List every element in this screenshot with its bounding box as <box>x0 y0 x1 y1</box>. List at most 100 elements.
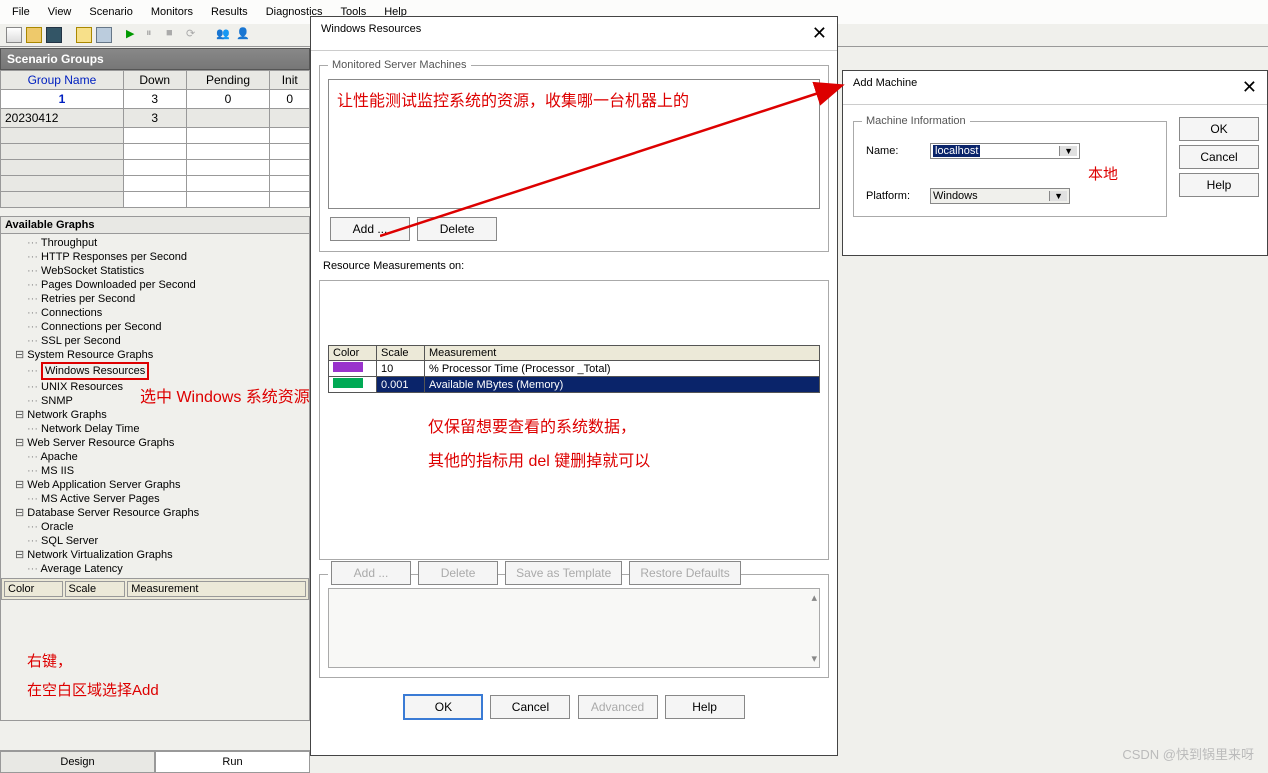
scenario-table: Group Name Down Pending Init 1 3 0 0 202… <box>0 70 310 208</box>
node-webserver[interactable]: Web Server Resource Graphs <box>15 436 307 450</box>
dialog-title: Add Machine <box>853 77 917 98</box>
menu-results[interactable]: Results <box>211 6 248 18</box>
tab-run[interactable]: Run <box>155 751 310 773</box>
windows-resources-dialog: Windows Resources ✕ Monitored Server Mac… <box>310 16 838 756</box>
leaf-conn[interactable]: Connections <box>15 306 307 320</box>
annot-local: 本地 <box>862 163 1118 184</box>
measurements-group: Color Scale Measurement 10 % Processor T… <box>319 280 829 560</box>
leaf-http[interactable]: HTTP Responses per Second <box>15 250 307 264</box>
save-template-button[interactable]: Save as Template <box>505 561 622 585</box>
help-button[interactable]: Help <box>1179 173 1259 197</box>
new-icon[interactable] <box>6 27 22 43</box>
stop-icon[interactable]: ■ <box>166 27 182 43</box>
monitored-machines-group: Monitored Server Machines 让性能测试监控系统的资源，收… <box>319 59 829 252</box>
annot-select-win: 选中 Windows 系统资源 <box>140 383 310 407</box>
watermark: CSDN @快到锅里来呀 <box>1122 744 1254 763</box>
scroll-up-icon[interactable]: ▴ <box>811 591 817 604</box>
machines-list[interactable]: 让性能测试监控系统的资源，收集哪一台机器上的 <box>328 79 820 209</box>
delete-machine-button[interactable]: Delete <box>417 217 497 241</box>
annot-keep1: 仅保留想要查看的系统数据， <box>428 413 820 437</box>
leaf-pages[interactable]: Pages Downloaded per Second <box>15 278 307 292</box>
chevron-down-icon[interactable]: ▼ <box>1059 146 1077 156</box>
add-measure-button[interactable]: Add ... <box>331 561 411 585</box>
available-graphs-title: Available Graphs <box>1 217 309 234</box>
table-row[interactable]: 0.001 Available MBytes (Memory) <box>329 377 820 393</box>
leaf-latency[interactable]: Average Latency <box>15 562 307 576</box>
leaf-asp[interactable]: MS Active Server Pages <box>15 492 307 506</box>
description-box: ▴ ▾ <box>328 588 820 668</box>
close-icon[interactable]: ✕ <box>1242 77 1257 98</box>
tab-design[interactable]: Design <box>0 751 155 773</box>
advanced-button[interactable]: Advanced <box>578 695 658 719</box>
menu-monitors[interactable]: Monitors <box>151 6 193 18</box>
col-group-name[interactable]: Group Name <box>1 71 124 90</box>
ok-button[interactable]: OK <box>1179 117 1259 141</box>
leaf-netdelay[interactable]: Network Delay Time <box>15 422 307 436</box>
grid-icon[interactable] <box>96 27 112 43</box>
close-icon[interactable]: ✕ <box>812 23 827 44</box>
table-row[interactable]: 10 % Processor Time (Processor _Total) <box>329 361 820 377</box>
color-swatch <box>333 362 363 372</box>
add-machine-dialog: Add Machine ✕ Machine Information Name: … <box>842 70 1268 256</box>
delete-measure-button[interactable]: Delete <box>418 561 498 585</box>
footer-tabs: Design Run <box>0 750 310 773</box>
leaf-retries[interactable]: Retries per Second <box>15 292 307 306</box>
annot-right-click: 右键， <box>27 650 299 671</box>
dialog-title: Windows Resources <box>321 23 421 44</box>
platform-combo[interactable]: Windows ▼ <box>930 188 1070 204</box>
restore-defaults-button[interactable]: Restore Defaults <box>629 561 740 585</box>
col-down[interactable]: Down <box>123 71 186 90</box>
measurements-table[interactable]: Color Scale Measurement 10 % Processor T… <box>328 345 820 393</box>
node-system-resource[interactable]: System Resource Graphs <box>15 348 307 362</box>
dialog-titlebar[interactable]: Add Machine ✕ <box>843 71 1267 105</box>
leaf-oracle[interactable]: Oracle <box>15 520 307 534</box>
save-icon[interactable] <box>46 27 62 43</box>
path-icon[interactable] <box>76 27 92 43</box>
table-row[interactable]: 1 3 0 0 <box>1 90 310 109</box>
cancel-button[interactable]: Cancel <box>490 695 570 719</box>
cancel-button[interactable]: Cancel <box>1179 145 1259 169</box>
annot-monitor: 让性能测试监控系统的资源，收集哪一台机器上的 <box>337 88 811 116</box>
leaf-sql[interactable]: SQL Server <box>15 534 307 548</box>
node-network[interactable]: Network Graphs <box>15 408 307 422</box>
measurement-mini-table: ColorScaleMeasurement <box>1 578 309 600</box>
node-db[interactable]: Database Server Resource Graphs <box>15 506 307 520</box>
leaf-throughput[interactable]: Throughput <box>15 236 307 250</box>
chevron-down-icon[interactable]: ▼ <box>1049 191 1067 201</box>
scroll-down-icon[interactable]: ▾ <box>811 652 817 665</box>
leaf-iis[interactable]: MS IIS <box>15 464 307 478</box>
run-icon[interactable]: ▶ <box>126 27 142 43</box>
node-webapp[interactable]: Web Application Server Graphs <box>15 478 307 492</box>
add-machine-button[interactable]: Add ... <box>330 217 410 241</box>
menu-scenario[interactable]: Scenario <box>89 6 132 18</box>
help-button[interactable]: Help <box>665 695 745 719</box>
rm-label: Resource Measurements on: <box>311 260 837 272</box>
leaf-ssl[interactable]: SSL per Second <box>15 334 307 348</box>
col-init[interactable]: Init <box>270 71 310 90</box>
menu-view[interactable]: View <box>48 6 72 18</box>
leaf-cps[interactable]: Connections per Second <box>15 320 307 334</box>
available-graphs-panel: Available Graphs Throughput HTTP Respons… <box>0 216 310 721</box>
machine-info-group: Machine Information Name: localhost ▼ 本地… <box>853 115 1167 217</box>
col-pending[interactable]: Pending <box>186 71 270 90</box>
annot-blank-add: 在空白区域选择Add <box>27 679 299 700</box>
dialog-titlebar[interactable]: Windows Resources ✕ <box>311 17 837 51</box>
table-row[interactable]: 20230412 3 <box>1 109 310 128</box>
platform-label: Platform: <box>866 190 920 202</box>
pause-icon[interactable]: ⏸ <box>146 27 162 43</box>
ok-button[interactable]: OK <box>403 694 483 720</box>
name-combo[interactable]: localhost ▼ <box>930 143 1080 159</box>
scenario-groups-title: Scenario Groups <box>0 48 310 70</box>
reset-icon[interactable]: ⟳ <box>186 27 202 43</box>
leaf-ws[interactable]: WebSocket Statistics <box>15 264 307 278</box>
annot-keep2: 其他的指标用 del 键删掉就可以 <box>428 447 820 471</box>
leaf-windows-resources[interactable]: Windows Resources <box>15 362 307 380</box>
open-icon[interactable] <box>26 27 42 43</box>
vusers-icon[interactable]: 👥 <box>216 27 232 43</box>
leaf-apache[interactable]: Apache <box>15 450 307 464</box>
name-label: Name: <box>866 145 920 157</box>
color-swatch <box>333 378 363 388</box>
menu-file[interactable]: File <box>12 6 30 18</box>
node-nv[interactable]: Network Virtualization Graphs <box>15 548 307 562</box>
user-icon[interactable]: 👤 <box>236 27 252 43</box>
